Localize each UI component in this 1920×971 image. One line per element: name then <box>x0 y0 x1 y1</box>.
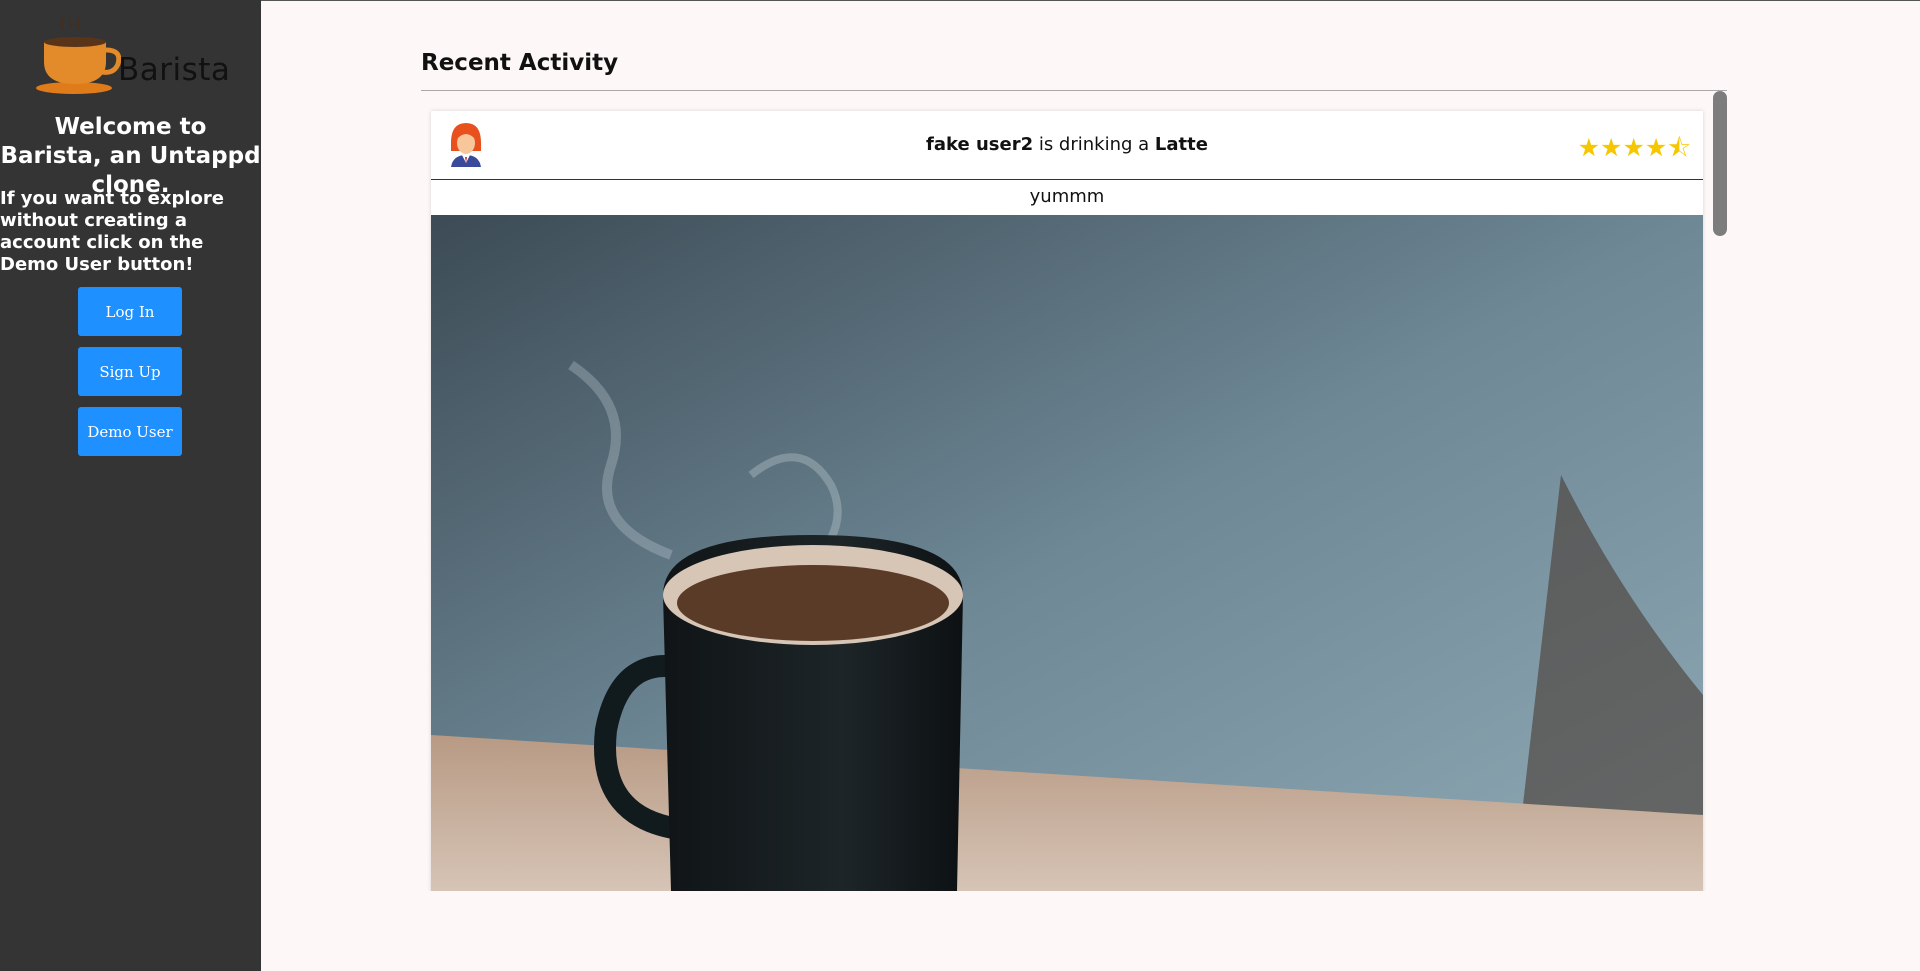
half-star-icon: ⯪ <box>1667 133 1691 162</box>
star-icon: ★ <box>1622 133 1645 162</box>
rating-stars: ★★★★⯪ <box>1578 129 1691 172</box>
top-border <box>261 0 1920 1</box>
feed-scrollbar[interactable] <box>1713 91 1727 236</box>
checkin-card: fake user2 is drinking a Latte ★★★★⯪ yum… <box>431 111 1703 891</box>
sidebar: Barista Welcome to Barista, an Untappd c… <box>0 0 261 971</box>
checkin-activity: fake user2 is drinking a Latte <box>431 111 1703 179</box>
welcome-heading: Welcome to Barista, an Untappd clone. <box>0 114 261 198</box>
star-icon: ★ <box>1577 133 1601 162</box>
checkin-user-link[interactable]: fake user2 <box>926 134 1033 155</box>
signup-button[interactable]: Sign Up <box>78 347 182 396</box>
checkin-header: fake user2 is drinking a Latte ★★★★⯪ <box>431 111 1703 180</box>
checkin-verb: is drinking a <box>1033 134 1155 155</box>
checkin-photo <box>431 215 1703 891</box>
app-name: Barista <box>118 52 231 88</box>
explore-text: If you want to explore without creating … <box>0 188 224 275</box>
coffee-mug-photo-icon <box>431 215 1703 891</box>
page-title: Recent Activity <box>421 50 619 76</box>
star-icon: ★ <box>1600 133 1623 162</box>
checkin-drink-link[interactable]: Latte <box>1155 134 1208 155</box>
demo-user-button[interactable]: Demo User <box>78 407 182 456</box>
star-icon: ★ <box>1644 133 1668 162</box>
login-button[interactable]: Log In <box>78 287 182 336</box>
checkin-comment: yummm <box>1029 186 1105 207</box>
activity-feed[interactable]: fake user2 is drinking a Latte ★★★★⯪ yum… <box>421 91 1727 891</box>
